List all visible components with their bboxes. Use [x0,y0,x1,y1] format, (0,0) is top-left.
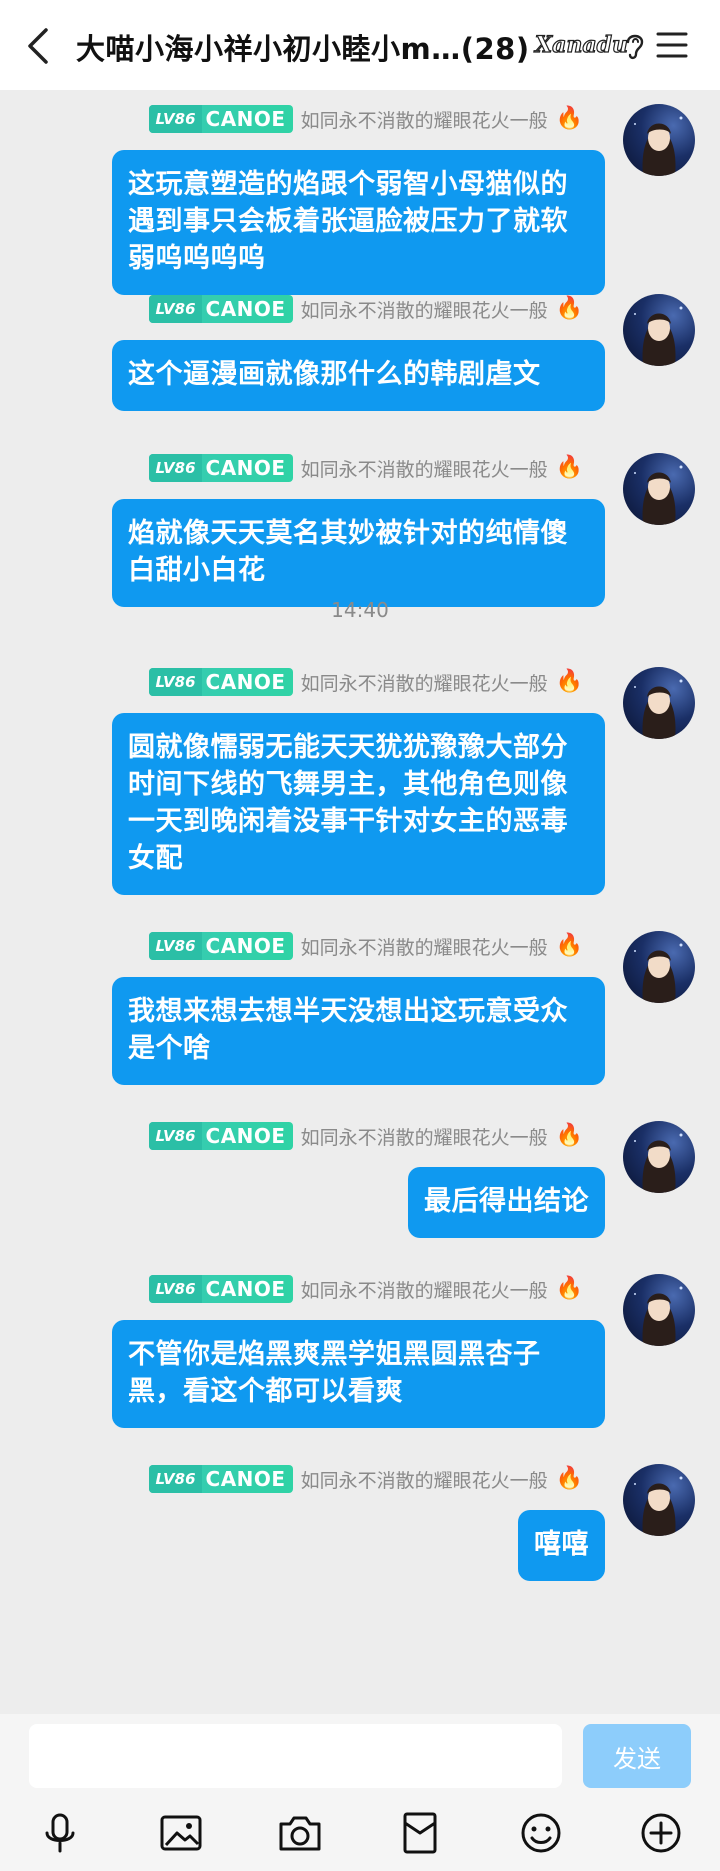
message-bubble[interactable]: 最后得出结论 [408,1167,605,1238]
avatar-image [634,116,683,176]
red-packet-icon[interactable] [396,1809,444,1857]
send-button[interactable]: 发送 [583,1724,691,1788]
sender-meta: LV86 CANOE 如同永不消散的耀眼花火一般 🔥 [148,104,583,134]
brand-logo: Xanadu [534,31,628,58]
level-badge: LV86 CANOE [148,105,293,133]
badge-level: LV86 [148,1275,202,1303]
sender-nickname[interactable]: 如同永不消散的耀眼花火一般 [301,296,548,323]
level-badge: LV86 CANOE [148,1465,293,1493]
fire-icon: 🔥 [555,1276,583,1301]
sender-meta: LV86 CANOE 如同永不消散的耀眼花火一般 🔥 [148,1121,583,1151]
badge-level: LV86 [148,932,202,960]
emoji-icon[interactable] [517,1809,565,1857]
input-bar: 发送 [0,1714,720,1871]
sender-meta: LV86 CANOE 如同永不消散的耀眼花火一般 🔥 [148,1274,583,1304]
menu-icon[interactable] [655,30,689,60]
avatar[interactable] [623,1464,695,1536]
avatar-image [634,943,683,1003]
level-badge: LV86 CANOE [148,1275,293,1303]
group-title[interactable]: 大喵小海小祥小初小睦小m…(28) [76,26,546,68]
avatar[interactable] [623,1274,695,1346]
message-bubble[interactable]: 嘻嘻 [518,1510,605,1581]
mic-icon[interactable] [36,1809,84,1857]
badge-name: CANOE [205,297,286,321]
badge-level: LV86 [148,295,202,323]
back-button[interactable] [22,24,58,68]
sender-nickname[interactable]: 如同永不消散的耀眼花火一般 [301,455,548,482]
badge-name: CANOE [205,456,286,480]
avatar-image [634,1476,683,1536]
level-badge: LV86 CANOE [148,1122,293,1150]
message-bubble[interactable]: 不管你是焰黑爽黑学姐黑圆黑杏子黑，看这个都可以看爽 [112,1320,605,1428]
message-bubble[interactable]: 我想来想去想半天没想出这玩意受众是个啥 [112,977,605,1085]
avatar[interactable] [623,294,695,366]
avatar[interactable] [623,931,695,1003]
avatar-image [634,465,683,525]
message-bubble[interactable]: 圆就像懦弱无能天天犹犹豫豫大部分时间下线的飞舞男主，其他角色则像一天到晚闲着没事… [112,713,605,895]
fire-icon: 🔥 [555,296,583,321]
level-badge: LV86 CANOE [148,295,293,323]
back-arrow-icon [28,28,48,64]
plus-icon[interactable] [637,1809,685,1857]
level-badge: LV86 CANOE [148,668,293,696]
chat-header: 大喵小海小祥小初小睦小m…(28) Xanadu [0,0,720,90]
badge-name: CANOE [205,1467,286,1491]
sender-nickname[interactable]: 如同永不消散的耀眼花火一般 [301,106,548,133]
sender-nickname[interactable]: 如同永不消散的耀眼花火一般 [301,1123,548,1150]
avatar[interactable] [623,453,695,525]
sender-meta: LV86 CANOE 如同永不消散的耀眼花火一般 🔥 [148,667,583,697]
avatar-image [634,1286,683,1346]
avatar[interactable] [623,104,695,176]
input-toolbar [0,1809,720,1861]
fire-icon: 🔥 [555,1466,583,1491]
badge-name: CANOE [205,1124,286,1148]
message-bubble[interactable]: 这玩意塑造的焰跟个弱智小母猫似的遇到事只会板着张逼脸被压力了就软弱呜呜呜呜 [112,150,605,295]
fire-icon: 🔥 [555,106,583,131]
message-bubble[interactable]: 焰就像天天莫名其妙被针对的纯情傻白甜小白花 [112,499,605,607]
fire-icon: 🔥 [555,455,583,480]
message-input[interactable] [29,1724,562,1788]
badge-level: LV86 [148,1122,202,1150]
badge-level: LV86 [148,105,202,133]
fire-icon: 🔥 [555,669,583,694]
badge-name: CANOE [205,670,286,694]
avatar[interactable] [623,1121,695,1193]
badge-level: LV86 [148,454,202,482]
avatar-image [634,306,683,366]
camera-icon[interactable] [276,1809,324,1857]
badge-name: CANOE [205,107,286,131]
sender-nickname[interactable]: 如同永不消散的耀眼花火一般 [301,1276,548,1303]
avatar[interactable] [623,667,695,739]
level-badge: LV86 CANOE [148,454,293,482]
sender-meta: LV86 CANOE 如同永不消散的耀眼花火一般 🔥 [148,453,583,483]
avatar-image [634,1133,683,1193]
fire-icon: 🔥 [555,1123,583,1148]
chat-list[interactable]: LV86 CANOE 如同永不消散的耀眼花火一般 🔥 这玩意塑造的焰跟个弱智小母… [0,90,720,1714]
avatar-image [634,679,683,739]
sender-meta: LV86 CANOE 如同永不消散的耀眼花火一般 🔥 [148,294,583,324]
sender-nickname[interactable]: 如同永不消散的耀眼花火一般 [301,1466,548,1493]
badge-name: CANOE [205,1277,286,1301]
message-bubble[interactable]: 这个逼漫画就像那什么的韩剧虐文 [112,340,605,411]
image-icon[interactable] [157,1809,205,1857]
badge-level: LV86 [148,1465,202,1493]
level-badge: LV86 CANOE [148,932,293,960]
fire-icon: 🔥 [555,933,583,958]
sender-nickname[interactable]: 如同永不消散的耀眼花火一般 [301,933,548,960]
sender-meta: LV86 CANOE 如同永不消散的耀眼花火一般 🔥 [148,931,583,961]
badge-name: CANOE [205,934,286,958]
sender-nickname[interactable]: 如同永不消散的耀眼花火一般 [301,669,548,696]
timestamp: 14:40 [331,598,389,622]
sender-meta: LV86 CANOE 如同永不消散的耀眼花火一般 🔥 [148,1464,583,1494]
badge-level: LV86 [148,668,202,696]
ear-icon[interactable] [624,30,646,62]
